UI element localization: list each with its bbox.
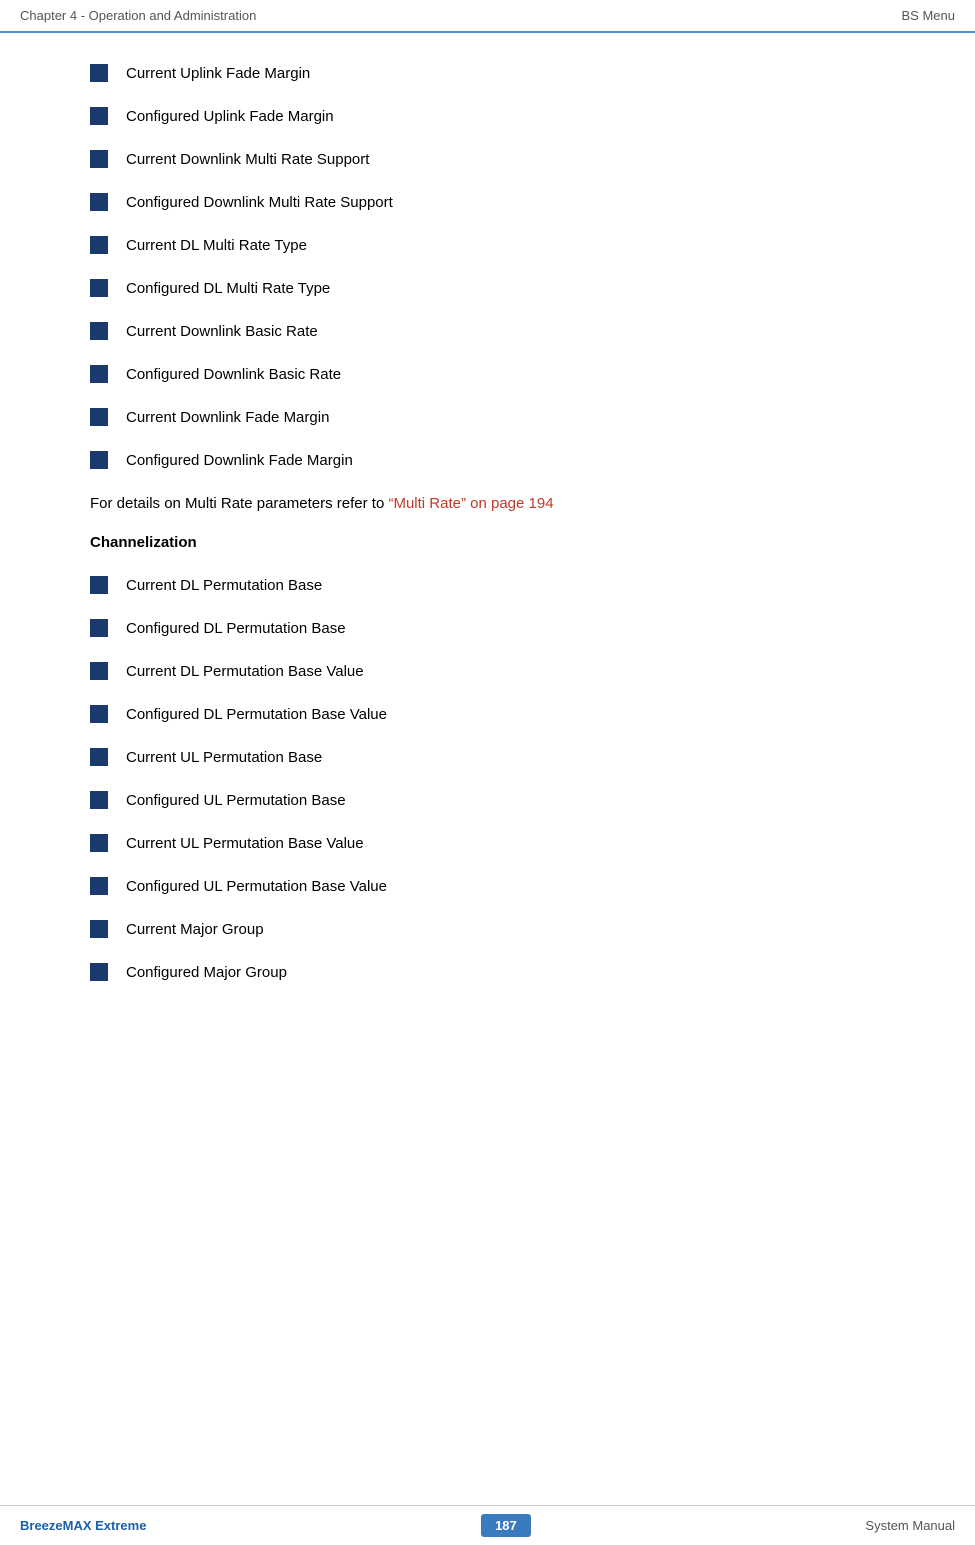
bullet-square-icon	[90, 963, 108, 981]
bullet-square-icon	[90, 64, 108, 82]
list-item: Current Downlink Multi Rate Support	[80, 149, 895, 170]
bullet-square-icon	[90, 662, 108, 680]
bullet-square-icon	[90, 107, 108, 125]
list-item: Current Downlink Fade Margin	[80, 407, 895, 428]
header-section: BS Menu	[902, 8, 955, 23]
list-item: Configured Downlink Fade Margin	[80, 450, 895, 471]
bullet-item-text: Current Downlink Basic Rate	[126, 321, 318, 342]
bullet-list-channelization: Current DL Permutation Base Configured D…	[80, 575, 895, 983]
bullet-square-icon	[90, 236, 108, 254]
bullet-list-top: Current Uplink Fade Margin Configured Up…	[80, 63, 895, 471]
bullet-item-text: Configured UL Permutation Base Value	[126, 876, 387, 897]
list-item: Current DL Multi Rate Type	[80, 235, 895, 256]
multirate-paragraph: For details on Multi Rate parameters ref…	[80, 493, 895, 516]
list-item: Current Major Group	[80, 919, 895, 940]
bullet-item-text: Configured Downlink Basic Rate	[126, 364, 341, 385]
bullet-square-icon	[90, 365, 108, 383]
list-item: Current UL Permutation Base Value	[80, 833, 895, 854]
bullet-item-text: Current UL Permutation Base Value	[126, 833, 364, 854]
bullet-item-text: Configured Downlink Fade Margin	[126, 450, 353, 471]
footer-page-number: 187	[481, 1514, 531, 1537]
bullet-item-text: Configured DL Permutation Base	[126, 618, 346, 639]
list-item: Configured Downlink Multi Rate Support	[80, 192, 895, 213]
bullet-square-icon	[90, 920, 108, 938]
bullet-square-icon	[90, 705, 108, 723]
bullet-item-text: Configured DL Permutation Base Value	[126, 704, 387, 725]
bullet-item-text: Current DL Permutation Base Value	[126, 661, 364, 682]
footer-manual: System Manual	[865, 1518, 955, 1533]
list-item: Current DL Permutation Base	[80, 575, 895, 596]
bullet-item-text: Current Downlink Fade Margin	[126, 407, 329, 428]
bullet-square-icon	[90, 576, 108, 594]
list-item: Configured Major Group	[80, 962, 895, 983]
multirate-link[interactable]: “Multi Rate” on page 194	[388, 495, 553, 512]
list-item: Current Uplink Fade Margin	[80, 63, 895, 84]
bullet-square-icon	[90, 193, 108, 211]
bullet-square-icon	[90, 322, 108, 340]
list-item: Current Downlink Basic Rate	[80, 321, 895, 342]
page-content: Current Uplink Fade Margin Configured Up…	[0, 33, 975, 1045]
bullet-square-icon	[90, 748, 108, 766]
page-footer: BreezeMAX Extreme 187 System Manual	[0, 1505, 975, 1545]
list-item: Configured Uplink Fade Margin	[80, 106, 895, 127]
bullet-item-text: Configured Major Group	[126, 962, 287, 983]
bullet-item-text: Current Uplink Fade Margin	[126, 63, 310, 84]
bullet-item-text: Current Downlink Multi Rate Support	[126, 149, 369, 170]
header-chapter: Chapter 4 - Operation and Administration	[20, 8, 256, 23]
list-item: Configured DL Permutation Base	[80, 618, 895, 639]
bullet-item-text: Current DL Permutation Base	[126, 575, 322, 596]
bullet-square-icon	[90, 408, 108, 426]
list-item: Configured UL Permutation Base	[80, 790, 895, 811]
bullet-square-icon	[90, 834, 108, 852]
bullet-item-text: Current Major Group	[126, 919, 264, 940]
bullet-item-text: Configured Uplink Fade Margin	[126, 106, 334, 127]
list-item: Current UL Permutation Base	[80, 747, 895, 768]
bullet-item-text: Current DL Multi Rate Type	[126, 235, 307, 256]
bullet-square-icon	[90, 150, 108, 168]
page-header: Chapter 4 - Operation and Administration…	[0, 0, 975, 33]
channelization-heading: Channelization	[80, 534, 895, 551]
bullet-item-text: Configured UL Permutation Base	[126, 790, 346, 811]
list-item: Current DL Permutation Base Value	[80, 661, 895, 682]
list-item: Configured DL Permutation Base Value	[80, 704, 895, 725]
list-item: Configured DL Multi Rate Type	[80, 278, 895, 299]
bullet-square-icon	[90, 619, 108, 637]
footer-brand: BreezeMAX Extreme	[20, 1518, 146, 1533]
bullet-square-icon	[90, 877, 108, 895]
bullet-item-text: Current UL Permutation Base	[126, 747, 322, 768]
list-item: Configured Downlink Basic Rate	[80, 364, 895, 385]
bullet-square-icon	[90, 279, 108, 297]
bullet-item-text: Configured DL Multi Rate Type	[126, 278, 330, 299]
bullet-square-icon	[90, 791, 108, 809]
list-item: Configured UL Permutation Base Value	[80, 876, 895, 897]
bullet-item-text: Configured Downlink Multi Rate Support	[126, 192, 393, 213]
bullet-square-icon	[90, 451, 108, 469]
para-prefix-text: For details on Multi Rate parameters ref…	[90, 495, 388, 512]
